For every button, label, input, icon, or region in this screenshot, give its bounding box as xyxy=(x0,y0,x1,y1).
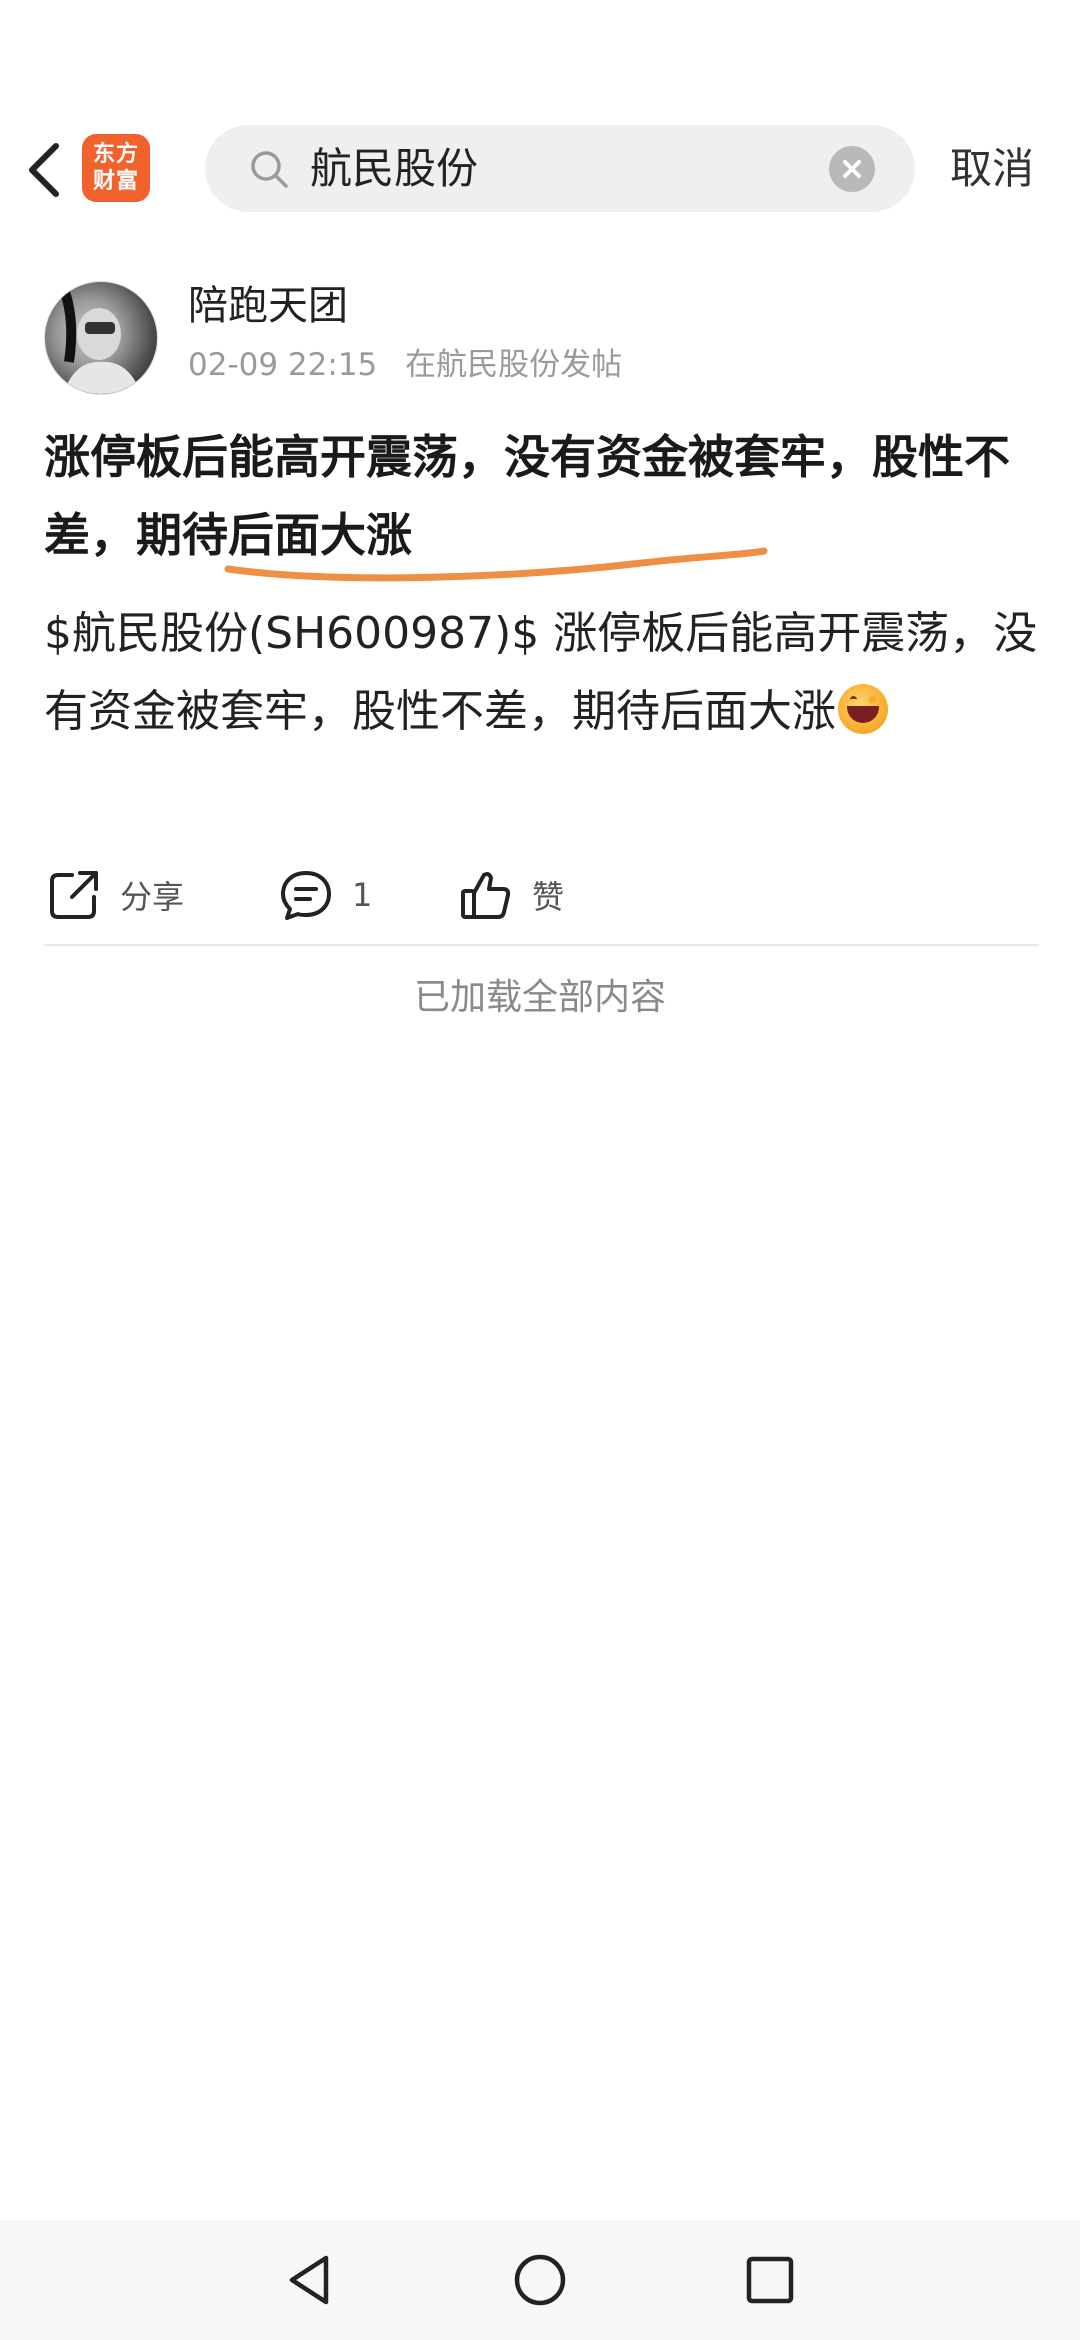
post-body[interactable]: $航民股份(SH600987)$ 涨停板后能高开震荡，没有资金被套牢，股性不差，… xyxy=(44,595,1039,751)
post-source[interactable]: 在航民股份发帖 xyxy=(405,347,622,383)
avatar[interactable] xyxy=(44,281,158,395)
square-recent-icon xyxy=(746,2256,794,2304)
top-bar: 东方 财富 航民股份 取消 xyxy=(0,0,1080,220)
thumbs-up-icon xyxy=(461,872,511,919)
handwritten-underline xyxy=(224,547,768,582)
comment-count: 1 xyxy=(352,876,373,914)
post-actions: 分享 1 赞 xyxy=(0,860,1080,930)
clear-icon[interactable] xyxy=(829,146,875,192)
nav-back-button[interactable] xyxy=(280,2250,340,2310)
system-nav-bar xyxy=(0,2220,1080,2340)
back-button[interactable] xyxy=(18,130,78,210)
share-label: 分享 xyxy=(120,878,185,916)
post-meta: 02-09 22:15 在航民股份发帖 xyxy=(188,344,622,386)
comment-icon xyxy=(281,871,331,920)
app-logo-line1: 东方 xyxy=(92,142,139,167)
search-input[interactable]: 航民股份 xyxy=(205,125,915,212)
search-icon xyxy=(251,151,288,188)
avatar-image xyxy=(60,290,141,394)
share-icon xyxy=(50,871,98,919)
grinning-squint-emoji-icon xyxy=(838,684,888,734)
search-query[interactable]: 航民股份 xyxy=(310,125,478,212)
triangle-back-icon xyxy=(289,2255,329,2305)
circle-home-icon xyxy=(514,2254,566,2306)
loaded-all-note: 已加载全部内容 xyxy=(413,977,666,1018)
app-logo[interactable]: 东方 财富 xyxy=(82,134,150,202)
post-time: 02-09 22:15 xyxy=(188,347,378,383)
chevron-left-icon xyxy=(29,143,59,197)
author-name[interactable]: 陪跑天团 xyxy=(188,278,348,334)
comment-button[interactable]: 1 xyxy=(278,860,372,930)
nav-recent-button[interactable] xyxy=(740,2250,800,2310)
app-logo-line2: 财富 xyxy=(92,169,139,194)
post-body-text: $航民股份(SH600987)$ 涨停板后能高开震荡，没有资金被套牢，股性不差，… xyxy=(44,608,1038,737)
nav-home-button[interactable] xyxy=(510,2250,570,2310)
cancel-button[interactable]: 取消 xyxy=(950,125,1034,212)
like-label: 赞 xyxy=(532,878,565,916)
like-button[interactable]: 赞 xyxy=(458,860,564,930)
divider xyxy=(44,944,1039,946)
share-button[interactable]: 分享 xyxy=(46,860,184,930)
